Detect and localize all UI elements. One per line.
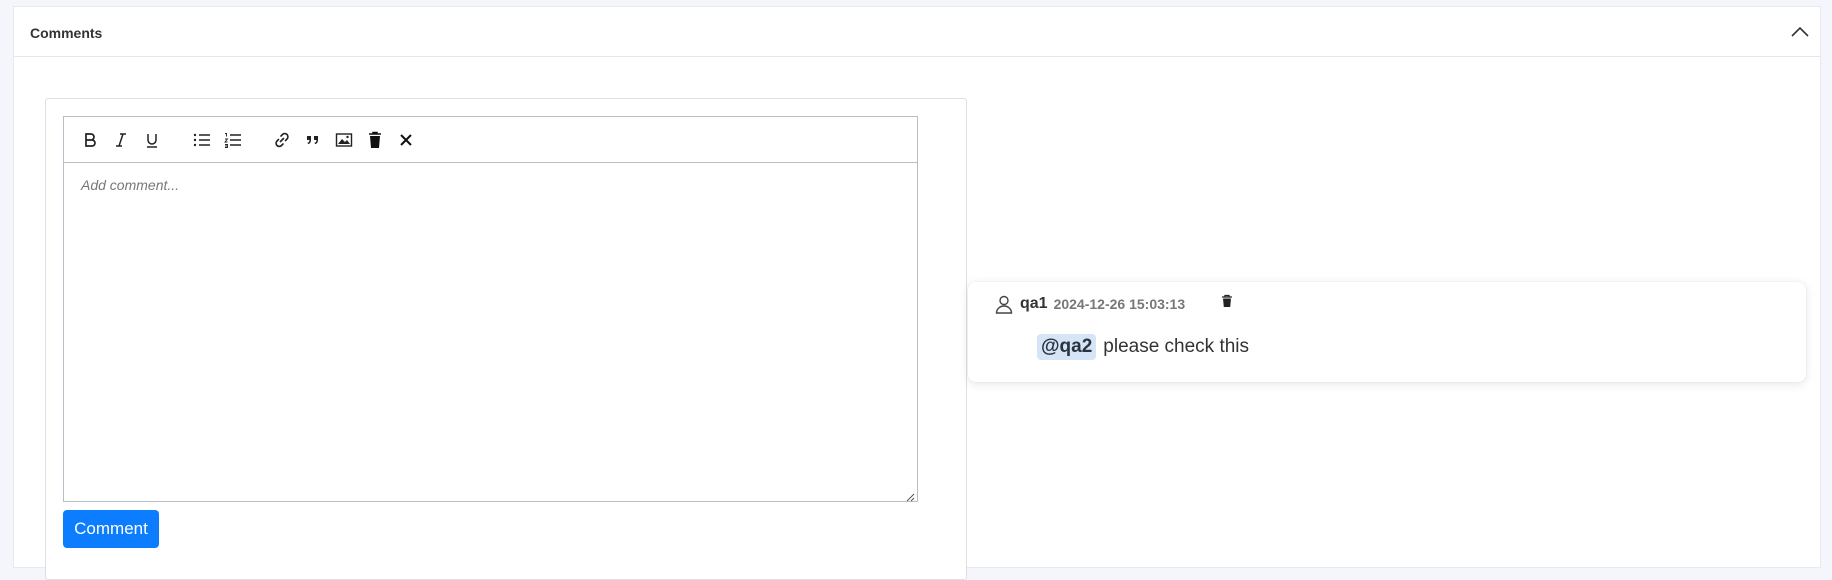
comments-panel: Comments Add comment... Comment qa1 2024… <box>13 6 1821 580</box>
image-icon[interactable] <box>332 128 356 152</box>
quote-icon[interactable] <box>301 128 325 152</box>
comment-form: Add comment... Comment <box>45 98 967 580</box>
comment-body: @qa2 please check this <box>1037 334 1249 360</box>
panel-header: Comments <box>14 7 1820 57</box>
bold-icon[interactable] <box>78 128 102 152</box>
comment-author[interactable]: qa1 <box>1020 295 1048 313</box>
chevron-up-icon[interactable] <box>1788 21 1812 45</box>
rich-text-editor: Add comment... <box>63 116 918 502</box>
close-icon[interactable] <box>394 128 418 152</box>
user-mention[interactable]: @qa2 <box>1037 334 1097 360</box>
trash-icon[interactable] <box>363 128 387 152</box>
underline-icon[interactable] <box>140 128 164 152</box>
comment-meta: qa1 2024-12-26 15:03:13 <box>994 292 1185 316</box>
comment-input[interactable]: Add comment... <box>64 163 917 501</box>
link-icon[interactable] <box>270 128 294 152</box>
delete-comment-icon[interactable] <box>1220 294 1234 308</box>
editor-toolbar <box>64 117 917 163</box>
comment-timestamp: 2024-12-26 15:03:13 <box>1053 296 1186 312</box>
user-icon <box>995 295 1013 314</box>
comment-placeholder: Add comment... <box>81 177 180 193</box>
comment-submit-button[interactable]: Comment <box>63 510 159 548</box>
italic-icon[interactable] <box>109 128 133 152</box>
comment-item: qa1 2024-12-26 15:03:13 @qa2 please chec… <box>968 282 1806 382</box>
bullet-list-icon[interactable] <box>190 128 214 152</box>
comment-text: please check this <box>1103 336 1250 357</box>
numbered-list-icon[interactable] <box>221 128 245 152</box>
resize-handle[interactable] <box>905 489 915 502</box>
panel-title: Comments <box>30 25 103 41</box>
